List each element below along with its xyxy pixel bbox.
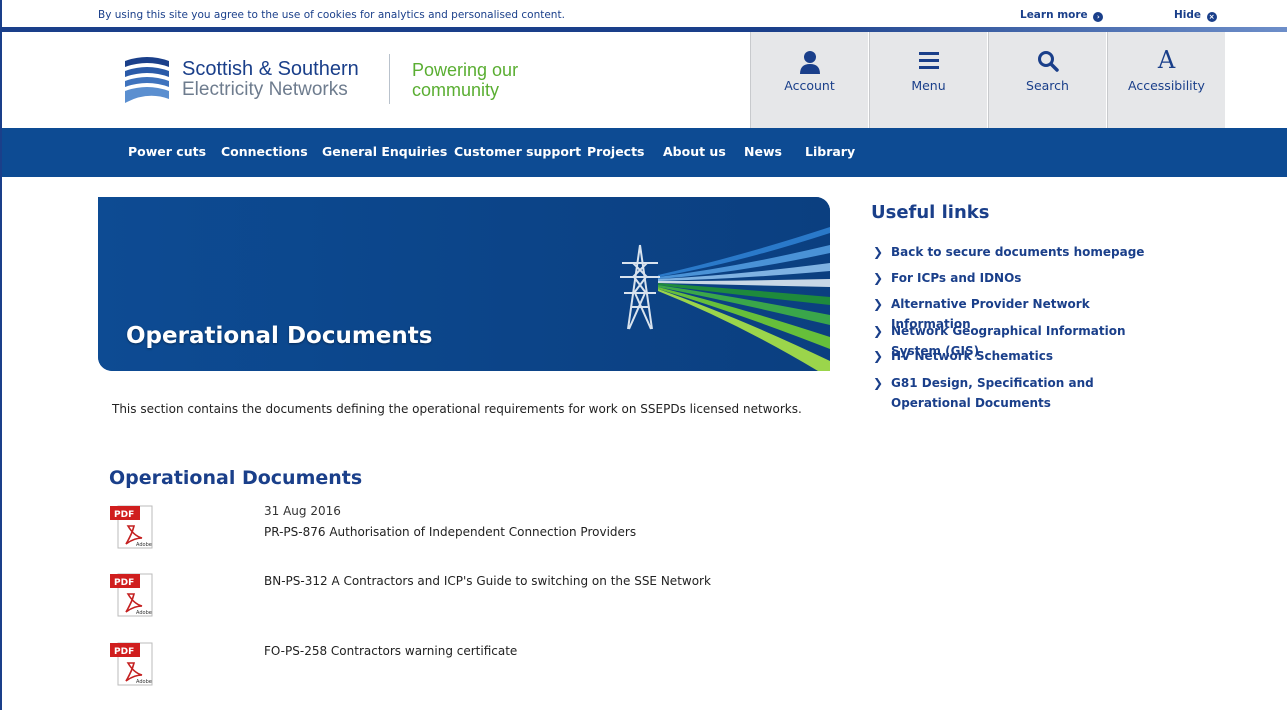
document-date: 31 Aug 2016 [264,504,341,518]
account-button[interactable]: Account [750,32,868,128]
hide-label: Hide [1174,9,1202,21]
brand-line2: Electricity Networks [182,79,348,100]
useful-link[interactable]: ❯ Back to secure documents homepage [873,242,1173,262]
nav-power-cuts[interactable]: Power cuts [128,144,206,159]
useful-link-label: G81 Design, Specification and Operationa… [891,376,1094,410]
site-header: Scottish & Southern Electricity Networks… [2,32,1287,128]
pdf-icon[interactable]: PDF Adobe [108,504,156,550]
close-circle-icon: × [1206,12,1217,22]
chevron-right-icon: ❯ [873,245,884,259]
nav-general-enquiries[interactable]: General Enquiries [322,144,447,159]
main-nav: Power cuts Connections General Enquiries… [2,128,1287,177]
nav-about-us[interactable]: About us [663,144,726,159]
useful-link[interactable]: ❯ For ICPs and IDNOs [873,268,1173,288]
nav-projects[interactable]: Projects [587,144,645,159]
chevron-right-icon: ❯ [873,271,884,285]
documents-heading: Operational Documents [109,467,363,489]
search-button[interactable]: Search [988,32,1106,128]
menu-label: Menu [911,78,946,93]
chevron-right-icon: ❯ [873,349,884,363]
logo-divider [389,54,390,104]
svg-text:PDF: PDF [114,578,134,588]
svg-text:PDF: PDF [114,647,134,657]
account-label: Account [784,78,835,93]
cookie-bar: By using this site you agree to the use … [2,0,1287,27]
nav-customer-support[interactable]: Customer support [454,144,581,159]
menu-icon [870,32,987,78]
document-link[interactable]: BN-PS-312 A Contractors and ICP's Guide … [264,574,711,588]
learn-more-link[interactable]: Learn more › [1020,9,1104,22]
useful-link-label: HV Network Schematics [891,349,1053,363]
svg-text:Adobe: Adobe [136,542,152,548]
intro-text: This section contains the documents defi… [112,402,802,416]
useful-link[interactable]: ❯ G81 Design, Specification and Operatio… [873,373,1173,413]
search-icon [989,32,1106,78]
document-link[interactable]: FO-PS-258 Contractors warning certificat… [264,644,517,658]
nav-library[interactable]: Library [805,144,855,159]
tagline: Powering our community [412,60,519,100]
useful-link-label: Back to secure documents homepage [891,245,1145,259]
hide-cookie-button[interactable]: Hide × [1174,9,1217,22]
pdf-icon[interactable]: PDF Adobe [108,641,156,687]
learn-more-label: Learn more [1020,9,1088,21]
useful-link[interactable]: ❯ HV Network Schematics [873,346,1173,366]
nav-news[interactable]: News [744,144,782,159]
accessibility-label: Accessibility [1128,78,1205,93]
useful-links-heading: Useful links [871,202,990,223]
banner-title: Operational Documents [126,323,433,349]
accessibility-icon: A [1157,46,1176,74]
chevron-right-icon: ❯ [873,297,884,311]
svg-text:Adobe: Adobe [136,610,152,616]
arrow-circle-icon: › [1093,12,1104,22]
accessibility-button[interactable]: A Accessibility [1107,32,1225,128]
brand-name[interactable]: Scottish & Southern Electricity Networks [182,58,359,100]
pdf-icon[interactable]: PDF Adobe [108,572,156,618]
brand-line1: Scottish & Southern [182,58,359,80]
nav-connections[interactable]: Connections [221,144,308,159]
hero-banner: Operational Documents [98,197,830,371]
logo-icon[interactable] [121,55,173,105]
chevron-right-icon: ❯ [873,376,884,390]
svg-text:PDF: PDF [114,510,134,520]
cookie-message: By using this site you agree to the use … [98,9,565,21]
user-icon [751,32,868,78]
search-label: Search [1026,78,1069,93]
chevron-right-icon: ❯ [873,324,884,338]
useful-link-label: For ICPs and IDNOs [891,271,1022,285]
svg-text:Adobe: Adobe [136,679,152,685]
menu-button[interactable]: Menu [869,32,987,128]
document-link[interactable]: PR-PS-876 Authorisation of Independent C… [264,525,636,539]
